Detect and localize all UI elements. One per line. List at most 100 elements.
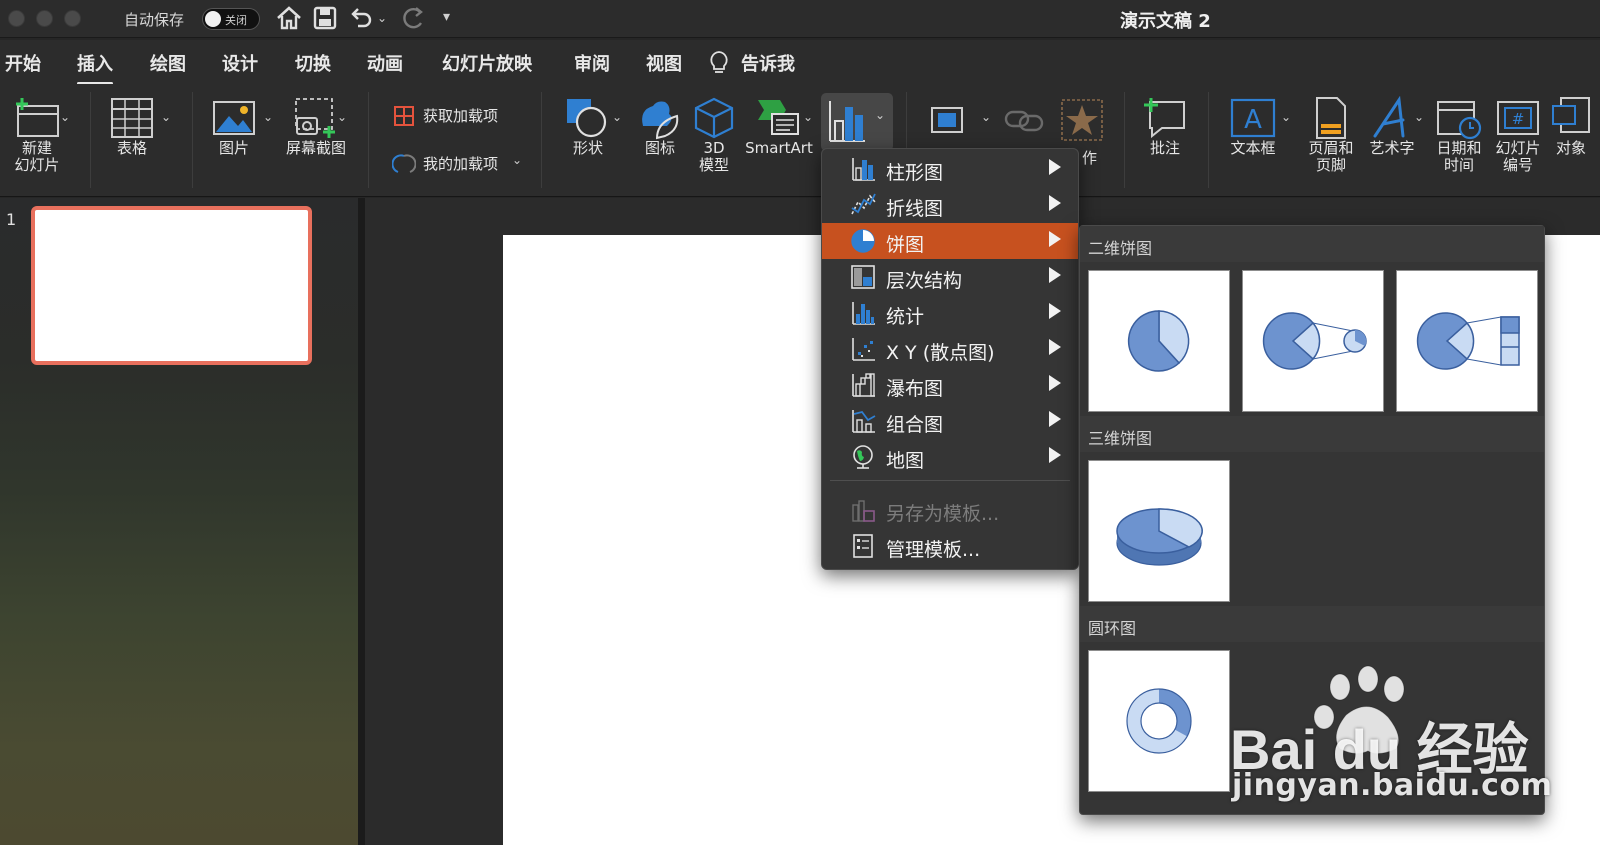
home-icon[interactable] (274, 3, 304, 33)
autosave-state: 关闭 (225, 14, 247, 27)
new-slide-button[interactable]: 新建 幻灯片 (4, 96, 70, 174)
tab-slideshow[interactable]: 幻灯片放映 (442, 50, 532, 76)
comment-label: 批注 (1149, 139, 1180, 157)
object-button[interactable]: 对象 (1546, 96, 1596, 157)
shapes-dropdown-icon[interactable]: ⌄ (612, 110, 622, 124)
smartart-label: SmartArt (745, 139, 813, 157)
menu-item-map-chart[interactable]: 地图 (822, 439, 1078, 475)
tab-view[interactable]: 视图 (646, 50, 682, 76)
gallery-option-bar-of-pie[interactable] (1396, 270, 1538, 412)
screenshot-dropdown-icon[interactable]: ⌄ (337, 110, 347, 124)
shapes-button[interactable]: 形状 (560, 96, 616, 157)
minimize-window-button[interactable] (36, 10, 53, 27)
table-dropdown-icon[interactable]: ⌄ (161, 110, 171, 124)
wordart-button[interactable]: 艺术字 (1364, 96, 1420, 157)
close-window-button[interactable] (8, 10, 25, 27)
menu-item-statistic-chart[interactable]: 统计 (822, 295, 1078, 331)
icons-label: 图标 (644, 139, 675, 157)
menu-item-scatter-chart[interactable]: X Y (散点图) (822, 331, 1078, 367)
picture-icon (213, 101, 255, 135)
submenu-arrow-icon (1049, 231, 1061, 247)
datetime-button[interactable]: 日期和 时间 (1430, 96, 1488, 174)
calendar-clock-icon (1437, 101, 1482, 140)
panel-splitter[interactable] (358, 198, 365, 845)
wordart-dropdown-icon[interactable]: ⌄ (1414, 110, 1424, 124)
video-dropdown-icon[interactable]: ⌄ (981, 110, 991, 124)
get-addins-button[interactable]: 获取加载项 (423, 105, 498, 126)
icons-button[interactable]: 图标 (632, 96, 688, 157)
gallery-option-doughnut[interactable] (1088, 650, 1230, 792)
zoom-window-button[interactable] (64, 10, 81, 27)
textbox-icon: A (1230, 98, 1276, 138)
ribbon-tabs: 开始 插入 绘图 设计 切换 动画 幻灯片放映 审阅 视图 告诉我 (0, 40, 1600, 85)
header-footer-icon (1316, 97, 1346, 139)
my-addins-dropdown-icon[interactable]: ⌄ (512, 153, 522, 167)
menu-item-save-as-template: 另存为模板... (822, 492, 1078, 528)
section-title: 二维饼图 (1088, 239, 1153, 258)
section-header-3d-pie: 三维饼图 (1080, 416, 1544, 452)
hierarchy-chart-icon (851, 265, 875, 289)
header-footer-button[interactable]: 页眉和 页脚 (1300, 96, 1362, 174)
ribbon-separator (90, 92, 91, 188)
save-icon[interactable] (310, 3, 340, 33)
customize-toolbar-icon[interactable]: ▾ (443, 9, 450, 25)
new-slide-icon (16, 98, 59, 137)
menu-item-combo-chart[interactable]: 组合图 (822, 403, 1078, 439)
line-chart-icon (851, 193, 876, 215)
action-icon[interactable] (1060, 98, 1104, 142)
textbox-button[interactable]: A 文本框 (1222, 96, 1284, 157)
tab-transitions[interactable]: 切换 (295, 50, 331, 76)
tab-draw[interactable]: 绘图 (150, 50, 186, 76)
picture-dropdown-icon[interactable]: ⌄ (263, 110, 273, 124)
gallery-option-pie[interactable] (1088, 270, 1230, 412)
save-template-icon (852, 500, 875, 522)
tab-insert[interactable]: 插入 (77, 50, 113, 85)
ribbon-insert: 新建 幻灯片 ⌄ 表格 ⌄ 图片 ⌄ 屏幕截图 ⌄ 获取加载项 我的加载项 ⌄ … (0, 84, 1600, 197)
autosave-toggle[interactable]: 关闭 (202, 8, 260, 30)
menu-item-hierarchy-chart[interactable]: 层次结构 (822, 259, 1078, 295)
slide-number-label: 幻灯片 编号 (1495, 139, 1541, 174)
slide-thumbnail[interactable] (31, 206, 312, 365)
undo-icon[interactable] (346, 3, 376, 33)
title-bar: 自动保存 关闭 ⌄ ▾ 演示文稿 2 (0, 0, 1600, 38)
screenshot-label: 屏幕截图 (285, 139, 346, 157)
table-button[interactable]: 表格 (104, 96, 160, 157)
smartart-button[interactable]: SmartArt (742, 96, 816, 157)
menu-item-pie-chart[interactable]: 饼图 (822, 223, 1078, 259)
gallery-option-3d-pie[interactable] (1088, 460, 1230, 602)
slide-number-button[interactable]: # 幻灯片 编号 (1488, 96, 1548, 174)
smartart-dropdown-icon[interactable]: ⌄ (803, 110, 813, 124)
gallery-option-pie-of-pie[interactable] (1242, 270, 1384, 412)
combo-chart-icon (852, 410, 876, 433)
chart-icon (829, 101, 865, 142)
slide-number-icon: # (1497, 101, 1539, 135)
textbox-dropdown-icon[interactable]: ⌄ (1281, 110, 1291, 124)
document-title: 演示文稿 2 (1120, 11, 1211, 32)
tab-design[interactable]: 设计 (222, 50, 258, 76)
tab-tell-me[interactable]: 告诉我 (741, 50, 795, 76)
new-slide-dropdown-icon[interactable]: ⌄ (60, 110, 70, 124)
picture-button[interactable]: 图片 (208, 96, 260, 157)
comment-button[interactable]: 批注 (1136, 96, 1194, 157)
screenshot-button[interactable]: 屏幕截图 (280, 96, 352, 157)
tab-animations[interactable]: 动画 (367, 50, 403, 76)
video-icon[interactable] (930, 102, 970, 138)
3d-model-button[interactable]: 3D 模型 (690, 96, 738, 174)
menu-item-label: 瀑布图 (886, 378, 944, 400)
my-addins-button[interactable]: 我的加载项 (423, 153, 498, 174)
tab-review[interactable]: 审阅 (574, 50, 610, 76)
undo-dropdown-icon[interactable]: ⌄ (377, 11, 387, 25)
chart-button[interactable]: ⌄ (821, 93, 893, 151)
redo-icon[interactable] (398, 3, 428, 33)
menu-item-column-chart[interactable]: 柱形图 (822, 151, 1078, 187)
menu-item-manage-templates[interactable]: 管理模板... (822, 528, 1078, 564)
submenu-arrow-icon (1049, 339, 1061, 355)
menu-item-waterfall-chart[interactable]: 瀑布图 (822, 367, 1078, 403)
object-label: 对象 (1555, 139, 1586, 157)
chart-type-menu: 柱形图 折线图 饼图 层次结构 统计 X Y (散点图) 瀑布图 组合图 地图 … (821, 148, 1079, 570)
menu-item-label: 折线图 (886, 198, 944, 220)
submenu-arrow-icon (1049, 375, 1061, 391)
screenshot-icon (295, 98, 335, 138)
tab-home[interactable]: 开始 (5, 50, 41, 76)
menu-item-line-chart[interactable]: 折线图 (822, 187, 1078, 223)
